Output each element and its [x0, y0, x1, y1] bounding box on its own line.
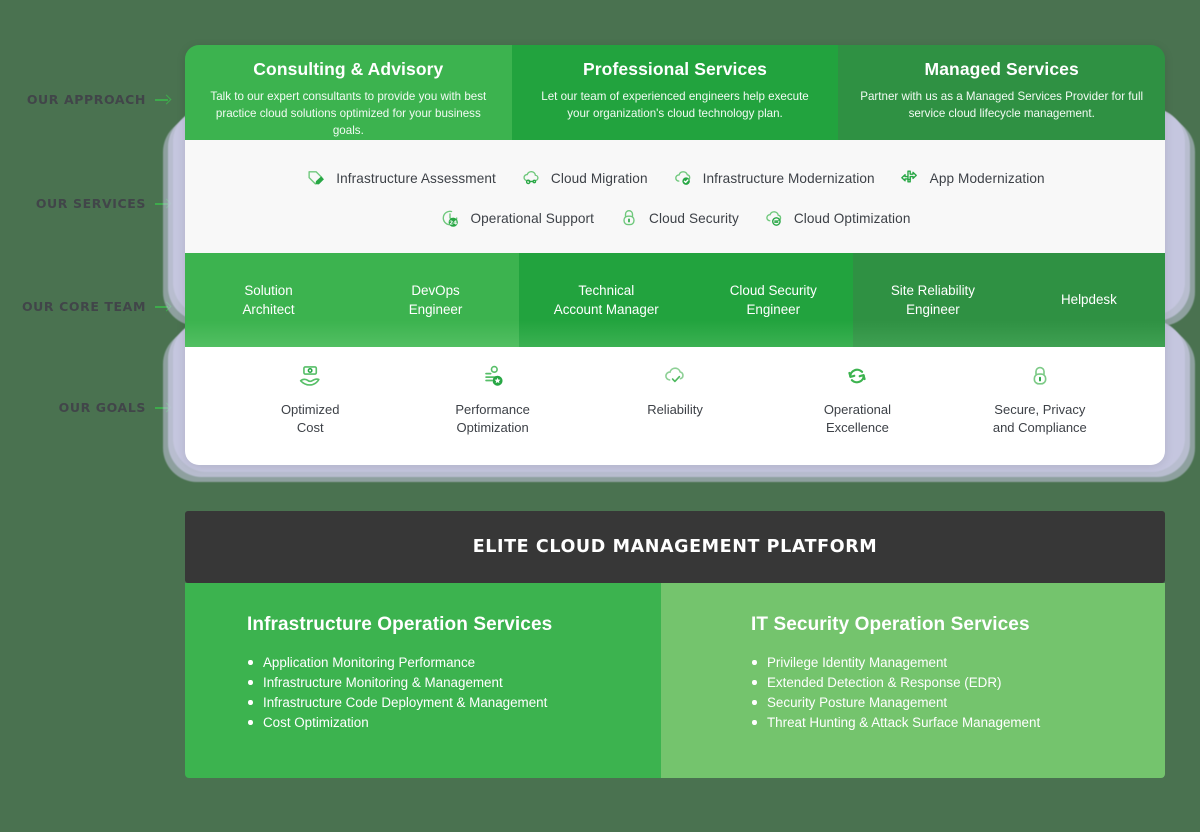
- goal-reliability[interactable]: Reliability: [584, 363, 766, 419]
- list-item: Privilege Identity Management: [751, 653, 1165, 672]
- approach-description: Talk to our expert consultants to provid…: [210, 90, 487, 137]
- core-team-label: Site Reliability Engineer: [890, 282, 975, 317]
- refresh-cycle-icon: [848, 368, 867, 384]
- approach-column-consulting-advisory: Consulting & Advisory Talk to our expert…: [185, 45, 512, 140]
- cloud-optimization-icon: [766, 211, 782, 226]
- service-app-modernization[interactable]: App Modernization: [899, 167, 1045, 189]
- core-team-cell-helpdesk: Helpdesk: [1012, 253, 1165, 347]
- svg-text:24: 24: [450, 220, 458, 226]
- app-modernization-icon: [900, 170, 917, 183]
- approach-description: Partner with us as a Managed Services Pr…: [860, 90, 1144, 120]
- lock-icon: [623, 209, 635, 226]
- service-label: Infrastructure Assessment: [336, 170, 496, 186]
- bottom-panels: Infrastructure Operation Services Applic…: [185, 583, 1165, 778]
- panel-title: Infrastructure Operation Services: [247, 614, 553, 635]
- core-team-label: Cloud Security Engineer: [729, 282, 817, 317]
- goal-label: Operational Excellence: [823, 402, 892, 436]
- goal-label: Performance Optimization: [455, 402, 530, 436]
- core-team-cell-solution-architect: Solution Architect: [185, 253, 353, 347]
- goal-label: Secure, Privacy and Compliance: [992, 402, 1087, 436]
- rail-item-our-services: OUR SERVICES: [36, 196, 171, 211]
- platform-title: ELITE CLOUD MANAGEMENT PLATFORM: [472, 537, 878, 557]
- rail-label-our-approach: OUR APPROACH: [26, 92, 146, 107]
- rail-label-our-core-team: OUR CORE TEAM: [21, 299, 146, 314]
- main-stack-card: Consulting & Advisory Talk to our expert…: [185, 45, 1165, 465]
- core-team-label: Helpdesk: [1060, 292, 1117, 308]
- core-team-label: Solution Architect: [242, 282, 295, 317]
- panel-title: IT Security Operation Services: [751, 614, 1030, 635]
- core-team-cell-technical-account-manager: Technical Account Manager: [519, 253, 694, 347]
- our-approach-row: Consulting & Advisory Talk to our expert…: [185, 45, 1165, 140]
- rail-labels: OUR APPROACH OUR SERVICES OUR CORE TEAM …: [0, 0, 185, 832]
- cloud-check-outline-icon: [665, 367, 684, 383]
- panel-item-list: Privilege Identity Management Extended D…: [751, 653, 1165, 732]
- platform-bar: ELITE CLOUD MANAGEMENT PLATFORM: [185, 511, 1165, 583]
- approach-description: Let our team of experienced engineers he…: [541, 90, 809, 120]
- core-team-cell-site-reliability-engineer: Site Reliability Engineer: [853, 253, 1013, 347]
- approach-title: Consulting & Advisory: [253, 59, 444, 79]
- clock-24-icon: 24: [443, 210, 459, 227]
- list-item: Security Posture Management: [751, 693, 1165, 712]
- lock-shield-icon: [1033, 366, 1047, 385]
- service-cloud-optimization[interactable]: Cloud Optimization: [763, 207, 911, 229]
- core-team-cell-devops-engineer: DevOps Engineer: [352, 253, 520, 347]
- service-infrastructure-assessment[interactable]: Infrastructure Assessment: [305, 167, 496, 189]
- approach-column-professional-services: Professional Services Let our team of ex…: [511, 45, 839, 140]
- goal-label: Optimized Cost: [280, 402, 340, 436]
- core-team-cell-cloud-security-engineer: Cloud Security Engineer: [693, 253, 854, 347]
- service-label: Operational Support: [470, 210, 595, 226]
- goal-optimized-cost[interactable]: Optimized Cost: [219, 363, 401, 438]
- cloud-check-icon: [674, 171, 690, 185]
- service-label: App Modernization: [929, 170, 1045, 186]
- list-item: Application Monitoring Performance: [247, 653, 661, 672]
- service-infrastructure-modernization[interactable]: Infrastructure Modernization: [672, 167, 875, 189]
- cloud-migration-icon: [523, 171, 539, 185]
- service-operational-support[interactable]: 24 Operational Support: [439, 207, 594, 229]
- core-team-label: DevOps Engineer: [408, 282, 463, 317]
- list-item: Cost Optimization: [247, 713, 661, 732]
- panel-it-security-operation-services: IT Security Operation Services Privilege…: [661, 583, 1165, 778]
- our-services-row: Infrastructure Assessment Cloud Migratio…: [185, 140, 1165, 253]
- approach-title: Managed Services: [924, 59, 1079, 79]
- goal-performance-optimization[interactable]: Performance Optimization: [401, 363, 583, 438]
- service-cloud-migration[interactable]: Cloud Migration: [520, 167, 648, 189]
- list-item: Extended Detection & Response (EDR): [751, 673, 1165, 692]
- list-item: Threat Hunting & Attack Surface Manageme…: [751, 713, 1165, 732]
- service-cloud-security[interactable]: Cloud Security: [618, 207, 739, 229]
- service-label: Cloud Security: [649, 210, 739, 226]
- approach-title: Professional Services: [583, 59, 768, 79]
- rail-item-our-core-team: OUR CORE TEAM: [22, 299, 171, 314]
- rail-item-our-goals: OUR GOALS: [59, 400, 171, 415]
- rail-label-our-goals: OUR GOALS: [58, 400, 146, 415]
- services-line-1: Infrastructure Assessment Cloud Migratio…: [213, 158, 1137, 198]
- core-team-label: Technical Account Manager: [553, 282, 659, 317]
- goal-secure-privacy-compliance[interactable]: Secure, Privacy and Compliance: [949, 363, 1131, 438]
- goal-operational-excellence[interactable]: Operational Excellence: [766, 363, 948, 438]
- arrow-right-icon: [155, 95, 171, 105]
- service-label: Infrastructure Modernization: [702, 170, 875, 186]
- panel-infrastructure-operation-services: Infrastructure Operation Services Applic…: [185, 583, 661, 778]
- money-hand-icon: [300, 366, 320, 386]
- our-goals-row: Optimized Cost Performance Optimization …: [185, 347, 1165, 465]
- rail-label-our-services: OUR SERVICES: [35, 196, 146, 211]
- user-star-icon: [484, 365, 503, 386]
- list-item: Infrastructure Code Deployment & Managem…: [247, 693, 661, 712]
- panel-item-list: Application Monitoring Performance Infra…: [247, 653, 661, 732]
- services-line-2: 24 Operational Support Cloud Security Cl…: [213, 198, 1137, 238]
- tag-pencil-icon: [308, 171, 325, 185]
- approach-column-managed-services: Managed Services Partner with us as a Ma…: [838, 45, 1165, 140]
- service-label: Cloud Optimization: [793, 210, 911, 226]
- rail-item-our-approach: OUR APPROACH: [27, 92, 171, 107]
- our-core-team-row: Solution Architect DevOps Engineer Techn…: [185, 253, 1165, 347]
- goal-label: Reliability: [647, 402, 703, 417]
- list-item: Infrastructure Monitoring & Management: [247, 673, 661, 692]
- service-label: Cloud Migration: [550, 170, 648, 186]
